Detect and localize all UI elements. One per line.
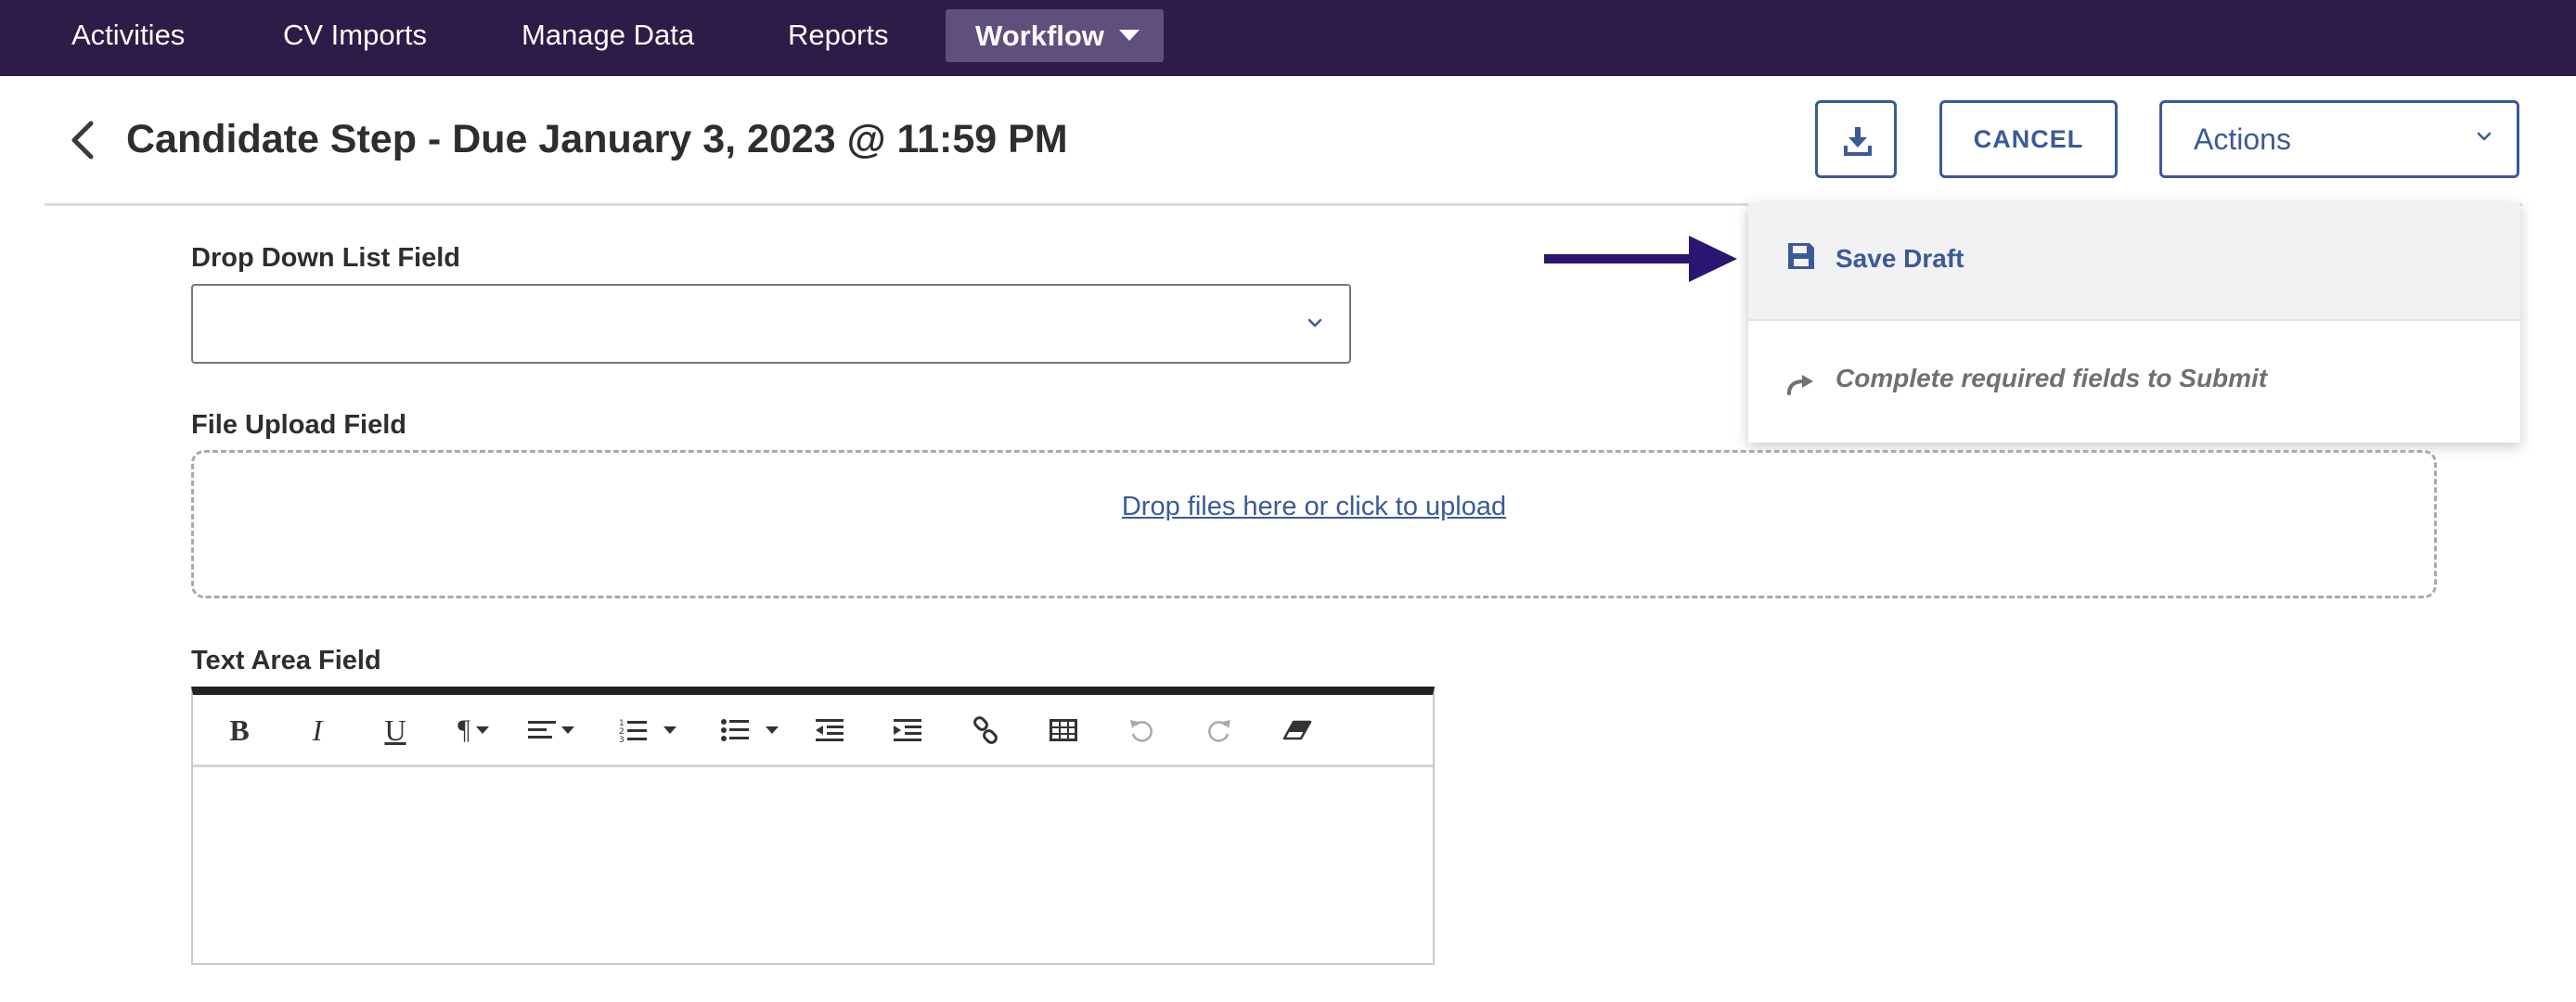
upload-link[interactable]: Drop files here or click to upload <box>194 492 2434 522</box>
chevron-down-icon <box>2477 132 2492 141</box>
nav-item-reports[interactable]: Reports <box>788 0 889 76</box>
editor-toolbar: B I U ¶ 1 2 3 <box>193 695 1433 767</box>
actions-dropdown-label: Actions <box>2194 122 2291 156</box>
rich-text-editor: B I U ¶ 1 2 3 <box>191 687 1435 965</box>
file-upload-field-label: File Upload Field <box>191 410 407 440</box>
dropdown-list-select[interactable] <box>191 284 1351 364</box>
svg-text:3: 3 <box>619 736 625 743</box>
download-button[interactable] <box>1815 100 1897 178</box>
nav-item-workflow-label: Workflow <box>975 19 1104 52</box>
chevron-left-icon <box>71 121 94 160</box>
ordered-list-button[interactable]: 1 2 3 <box>611 712 685 749</box>
caret-down-icon <box>766 726 779 734</box>
back-button[interactable] <box>65 119 102 161</box>
link-icon <box>973 716 998 744</box>
underline-button[interactable]: U <box>377 712 414 749</box>
unordered-list-button[interactable] <box>713 712 787 749</box>
caret-down-icon <box>663 726 676 734</box>
submit-label: Complete required fields to Submit <box>1835 364 2268 392</box>
redo-arrow-icon <box>1787 375 1813 395</box>
bold-button[interactable]: B <box>221 712 258 749</box>
nav-item-activities[interactable]: Activities <box>71 0 185 76</box>
text-area-input[interactable] <box>193 770 1433 965</box>
italic-icon: I <box>312 713 323 747</box>
annotation-arrow-icon <box>1544 236 1737 282</box>
align-left-icon <box>528 721 556 739</box>
file-upload-dropzone[interactable]: Drop files here or click to upload <box>191 450 2437 598</box>
undo-icon <box>1130 720 1153 742</box>
undo-button[interactable] <box>1123 712 1160 749</box>
eraser-icon <box>1282 720 1312 740</box>
caret-down-icon <box>561 726 574 734</box>
submit-menu-item: Complete required fields to Submit <box>1748 323 2520 443</box>
save-draft-menu-item[interactable]: Save Draft <box>1748 203 2520 321</box>
paragraph-icon: ¶ <box>457 714 470 745</box>
download-icon <box>1844 127 1872 156</box>
cancel-button[interactable]: CANCEL <box>1939 100 2118 178</box>
page-title: Candidate Step - Due January 3, 2023 @ 1… <box>126 117 1068 161</box>
table-button[interactable] <box>1045 712 1082 749</box>
link-button[interactable] <box>967 712 1004 749</box>
indent-button[interactable] <box>889 712 926 749</box>
bold-icon: B <box>229 713 250 747</box>
redo-button[interactable] <box>1201 712 1238 749</box>
outdent-icon <box>816 719 844 741</box>
chevron-down-icon <box>1307 318 1322 328</box>
caret-down-icon <box>475 726 489 734</box>
table-icon <box>1050 719 1077 741</box>
dropdown-field-label: Drop Down List Field <box>191 243 460 273</box>
actions-dropdown[interactable]: Actions <box>2159 100 2519 178</box>
save-draft-label: Save Draft <box>1835 244 1964 273</box>
ordered-list-icon: 1 2 3 <box>619 719 647 743</box>
actions-menu: Save Draft Complete required fields to S… <box>1748 203 2520 443</box>
save-icon <box>1788 243 1814 269</box>
text-area-field-label: Text Area Field <box>191 646 381 675</box>
caret-down-icon <box>1118 30 1140 41</box>
clear-format-button[interactable] <box>1279 712 1316 749</box>
italic-button[interactable]: I <box>299 712 336 749</box>
paragraph-button[interactable]: ¶ <box>445 712 501 749</box>
align-button[interactable] <box>522 712 581 749</box>
nav-item-workflow[interactable]: Workflow <box>946 9 1164 62</box>
top-navigation-bar: Activities CV Imports Manage Data Report… <box>0 0 2576 76</box>
outdent-button[interactable] <box>811 712 848 749</box>
nav-item-cv-imports[interactable]: CV Imports <box>283 0 427 76</box>
indent-icon <box>894 719 921 741</box>
underline-icon: U <box>384 713 406 747</box>
redo-icon <box>1208 720 1230 742</box>
unordered-list-icon <box>721 719 749 741</box>
nav-item-manage-data[interactable]: Manage Data <box>522 0 694 76</box>
